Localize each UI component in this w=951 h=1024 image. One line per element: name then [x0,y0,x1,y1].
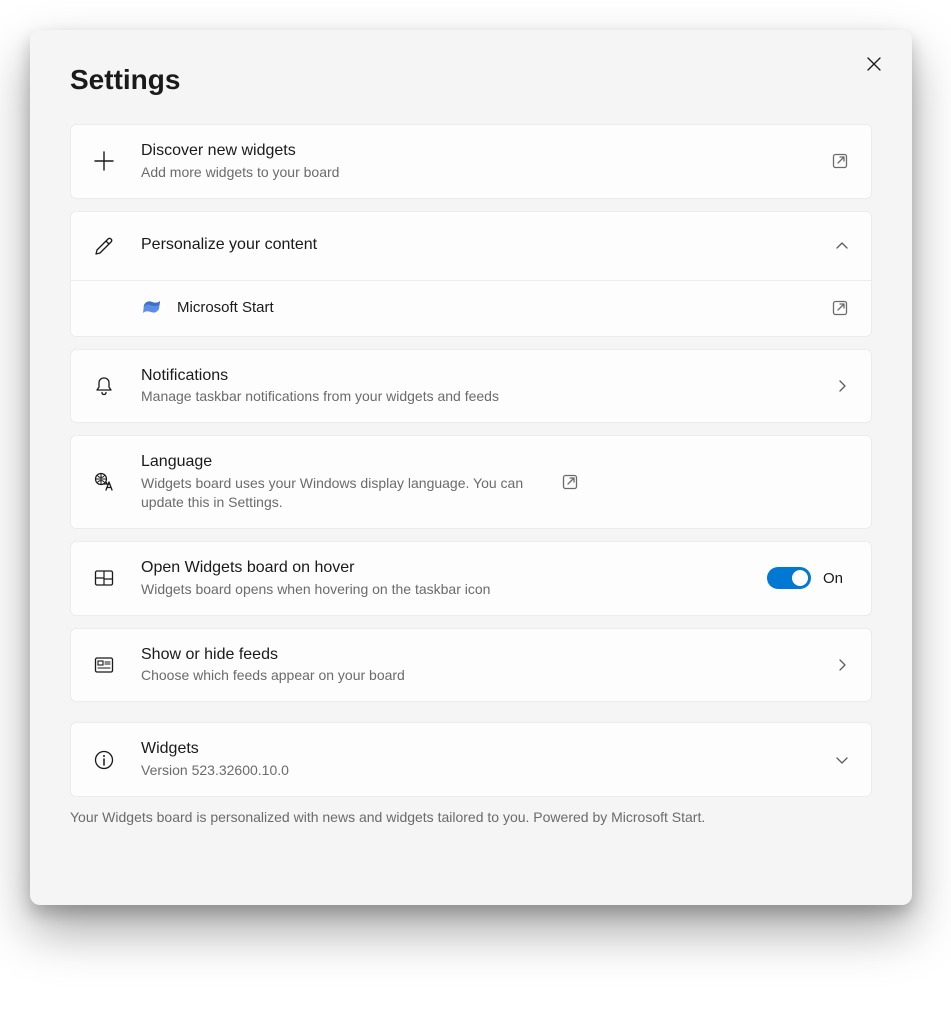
row-language[interactable]: Language Widgets board uses your Windows… [70,435,872,529]
chevron-right-icon [835,658,849,672]
row-personalize-content: Personalize your content Microsoft Start [70,211,872,337]
chevron-down-icon [835,753,849,767]
feeds-icon [93,654,115,676]
page-title: Settings [70,64,872,96]
row-title: Notifications [141,366,823,387]
microsoft-start-icon [141,297,163,319]
footer-text: Your Widgets board is personalized with … [70,809,872,825]
row-subtitle: Widgets board opens when hovering on the… [141,580,755,599]
language-icon [93,470,117,494]
row-subtitle: Manage taskbar notifications from your w… [141,387,823,406]
close-button[interactable] [858,48,890,80]
board-icon [93,567,115,589]
hover-toggle[interactable] [767,567,811,589]
chevron-up-icon [835,239,849,253]
plus-icon [93,150,115,172]
chevron-right-icon [835,379,849,393]
row-subtitle: Add more widgets to your board [141,163,819,182]
external-link-icon [831,152,849,170]
row-title: Widgets [141,739,823,760]
pencil-icon [93,235,115,257]
bell-icon [93,375,115,397]
row-personalize-header[interactable]: Personalize your content [71,212,871,280]
settings-panel: Settings Discover new widgets Add more w… [30,30,912,905]
info-icon [93,749,115,771]
row-title: Language [141,452,549,473]
row-title: Discover new widgets [141,141,819,162]
row-microsoft-start[interactable]: Microsoft Start [71,280,871,336]
row-show-hide-feeds[interactable]: Show or hide feeds Choose which feeds ap… [70,628,872,703]
row-subtitle: Widgets board uses your Windows display … [141,474,549,512]
row-subtitle: Choose which feeds appear on your board [141,666,823,685]
row-open-on-hover: Open Widgets board on hover Widgets boar… [70,541,872,616]
row-title: Personalize your content [141,235,823,256]
subrow-title: Microsoft Start [177,298,819,318]
row-title: Open Widgets board on hover [141,558,755,579]
row-title: Show or hide feeds [141,645,823,666]
close-icon [867,57,881,71]
external-link-icon [831,299,849,317]
external-link-icon [561,473,579,491]
row-subtitle: Version 523.32600.10.0 [141,761,823,780]
row-widgets-version[interactable]: Widgets Version 523.32600.10.0 [70,722,872,797]
toggle-state-label: On [823,570,849,587]
row-notifications[interactable]: Notifications Manage taskbar notificatio… [70,349,872,424]
row-discover-widgets[interactable]: Discover new widgets Add more widgets to… [70,124,872,199]
